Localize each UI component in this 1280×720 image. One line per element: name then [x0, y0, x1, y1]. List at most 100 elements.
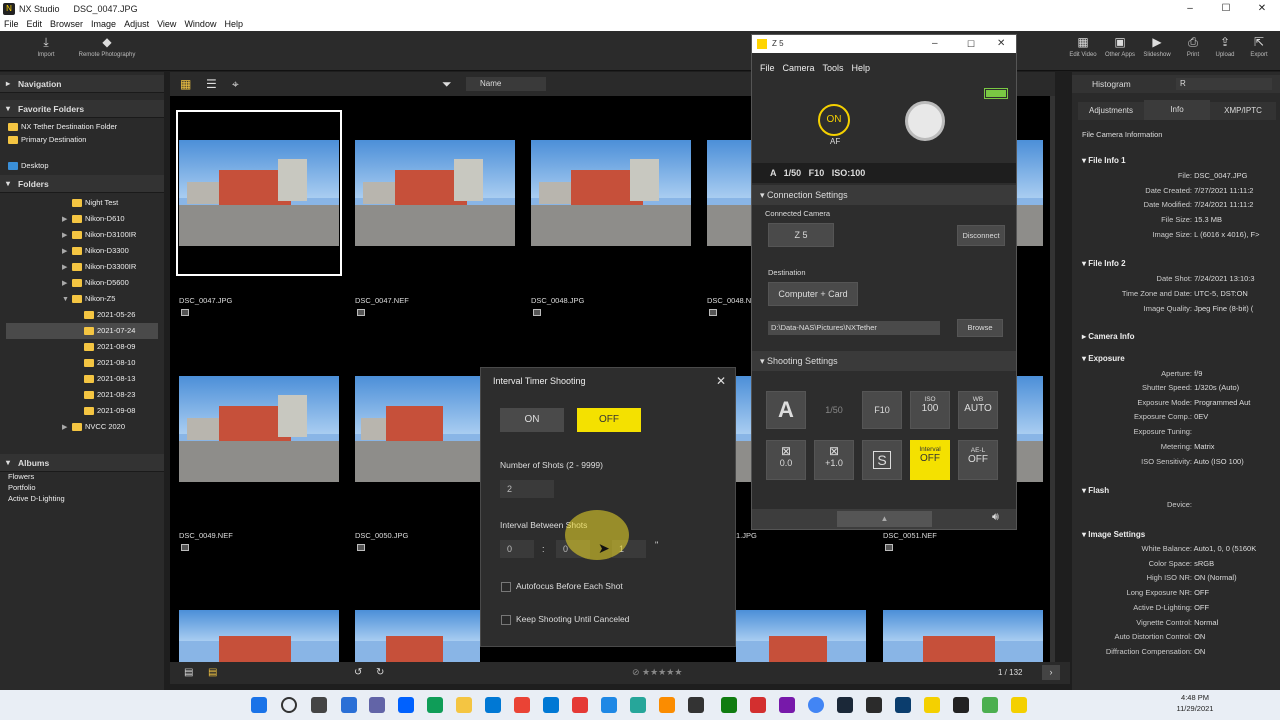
thumbnail-image[interactable]: [883, 610, 1043, 662]
expand-arrow-icon[interactable]: ▶: [62, 212, 72, 228]
app-icon[interactable]: [953, 697, 969, 713]
speaker-icon[interactable]: 🔊︎: [992, 511, 999, 524]
export-button[interactable]: ⇱ Export: [1244, 35, 1274, 58]
folder-item-selected[interactable]: 2021-07-24: [6, 323, 158, 339]
folder-item[interactable]: ▶ NVCC 2020: [62, 419, 125, 435]
tab-info[interactable]: Info: [1144, 100, 1210, 120]
z5-close-button[interactable]: ✕: [997, 35, 1005, 53]
z5-menu-file[interactable]: File: [760, 63, 775, 87]
dropbox-icon[interactable]: [398, 697, 414, 713]
folder-item[interactable]: 2021-08-09: [84, 339, 135, 355]
app-icon[interactable]: [514, 697, 530, 713]
album-item[interactable]: Flowers: [8, 471, 34, 482]
folder-item[interactable]: 2021-08-23: [84, 387, 135, 403]
folder-item[interactable]: 2021-08-13: [84, 371, 135, 387]
collapse-arrow-icon[interactable]: ▼: [62, 292, 72, 308]
chrome-icon[interactable]: [808, 697, 824, 713]
z5-menu-camera[interactable]: Camera: [783, 63, 815, 87]
z5-maximize-button[interactable]: ☐: [967, 35, 975, 53]
desktop-item[interactable]: Desktop: [8, 158, 49, 174]
thumbnail-image[interactable]: [531, 140, 691, 246]
folder-item[interactable]: ▶ Nikon-D3100IR: [62, 227, 136, 243]
menu-image[interactable]: Image: [87, 17, 120, 31]
thumbnail-image[interactable]: [1017, 140, 1043, 246]
app-icon[interactable]: [982, 697, 998, 713]
filter-icon[interactable]: ⏷: [442, 77, 452, 92]
expand-arrow-icon[interactable]: ▶: [62, 260, 72, 276]
other-apps-button[interactable]: ▣ Other Apps: [1102, 35, 1138, 58]
remote-photography-button[interactable]: ◆ Remote Photography: [72, 35, 142, 58]
grid-scrollbar[interactable]: [1050, 96, 1055, 662]
shutter-speed-value[interactable]: 1/50: [814, 391, 854, 429]
destination-path-field[interactable]: D:\Data-NAS\Pictures\NXTether: [768, 321, 940, 335]
iso-button[interactable]: ISO 100: [910, 391, 950, 429]
tab-xmp-iptc[interactable]: XMP/IPTC: [1210, 102, 1276, 120]
file-explorer-icon[interactable]: [456, 697, 472, 713]
thumbnail-image[interactable]: [736, 376, 752, 482]
folder-item[interactable]: 2021-08-10: [84, 355, 135, 371]
close-window-button[interactable]: ✕: [1244, 0, 1280, 17]
xbox-icon[interactable]: [721, 697, 737, 713]
navigation-header[interactable]: Navigation: [0, 75, 164, 93]
acrobat-icon[interactable]: [750, 697, 766, 713]
thumbnail-image[interactable]: [179, 610, 339, 662]
nx-studio-taskbar-icon[interactable]: [924, 697, 940, 713]
rotate-left-icon[interactable]: ↺: [354, 667, 362, 678]
edit-video-button[interactable]: ▦ Edit Video: [1066, 35, 1100, 58]
af-on-button[interactable]: ON: [818, 104, 850, 136]
expand-arrow-icon[interactable]: ▶: [62, 420, 72, 436]
dialog-close-icon[interactable]: ✕: [716, 374, 726, 388]
clock-date[interactable]: 11/29/2021: [1170, 704, 1220, 713]
disconnect-button[interactable]: Disconnect: [957, 225, 1005, 246]
edge-icon[interactable]: [427, 697, 443, 713]
z5-menu-tools[interactable]: Tools: [823, 63, 844, 87]
flash-header[interactable]: ▾ Flash: [1082, 486, 1109, 495]
expand-arrow-icon[interactable]: ▶: [62, 276, 72, 292]
chat-icon[interactable]: [369, 697, 385, 713]
menu-view[interactable]: View: [153, 17, 180, 31]
interval-off-button[interactable]: OFF: [577, 408, 641, 432]
thumbnail-image[interactable]: [179, 376, 339, 482]
z5-minimize-button[interactable]: –: [932, 35, 938, 53]
connection-settings-header[interactable]: ▾ Connection Settings: [752, 185, 1016, 205]
next-page-button[interactable]: ›: [1042, 665, 1060, 680]
upload-button[interactable]: ⇪ Upload: [1210, 35, 1240, 58]
keep-shooting-checkbox[interactable]: [501, 615, 511, 625]
file-info-1-header[interactable]: ▾ File Info 1: [1082, 156, 1126, 165]
z5-menu-help[interactable]: Help: [852, 63, 871, 87]
menu-file[interactable]: File: [0, 17, 23, 31]
compare-icon[interactable]: ▤: [208, 667, 217, 678]
thumbnail-image[interactable]: [355, 140, 515, 246]
app-icon[interactable]: [601, 697, 617, 713]
app-icon[interactable]: [895, 697, 911, 713]
folder-item[interactable]: ▼ Nikon-Z5: [62, 291, 115, 307]
thumbnail-image[interactable]: [355, 610, 480, 662]
thumbnail-image[interactable]: [179, 140, 339, 246]
interval-on-button[interactable]: ON: [500, 408, 564, 432]
map-view-icon[interactable]: ⌖: [232, 77, 239, 92]
album-item[interactable]: Active D-Lighting: [8, 493, 65, 504]
thumbnail-image[interactable]: [1017, 376, 1043, 482]
maximize-button[interactable]: ☐: [1208, 0, 1244, 17]
start-icon[interactable]: [251, 697, 267, 713]
release-mode-button[interactable]: S: [862, 440, 902, 480]
app-icon[interactable]: [572, 697, 588, 713]
folder-item[interactable]: ▶ Nikon-D610: [62, 211, 125, 227]
stack-icon[interactable]: ▤: [184, 667, 193, 678]
histogram-channel-select[interactable]: R: [1176, 78, 1272, 90]
menu-window[interactable]: Window: [180, 17, 220, 31]
shooting-settings-header[interactable]: ▾ Shooting Settings: [752, 351, 1016, 371]
interval-hours-input[interactable]: 0: [500, 540, 534, 558]
flash-comp-button[interactable]: ⊠ +1.0: [814, 440, 854, 480]
file-info-2-header[interactable]: ▾ File Info 2: [1082, 259, 1126, 268]
print-button[interactable]: ⎙ Print: [1178, 35, 1208, 58]
browse-button[interactable]: Browse: [957, 319, 1003, 337]
folder-item[interactable]: ▶ Nikon-D5600: [62, 275, 129, 291]
nx-tether-taskbar-icon[interactable]: [1011, 697, 1027, 713]
slideshow-button[interactable]: ▶ Slideshow: [1140, 35, 1174, 58]
exposure-comp-button[interactable]: ⊠ 0.0: [766, 440, 806, 480]
app-icon[interactable]: [630, 697, 646, 713]
sort-select[interactable]: Name: [466, 77, 546, 91]
histogram-label[interactable]: Histogram: [1092, 79, 1131, 89]
menu-help[interactable]: Help: [220, 17, 247, 31]
